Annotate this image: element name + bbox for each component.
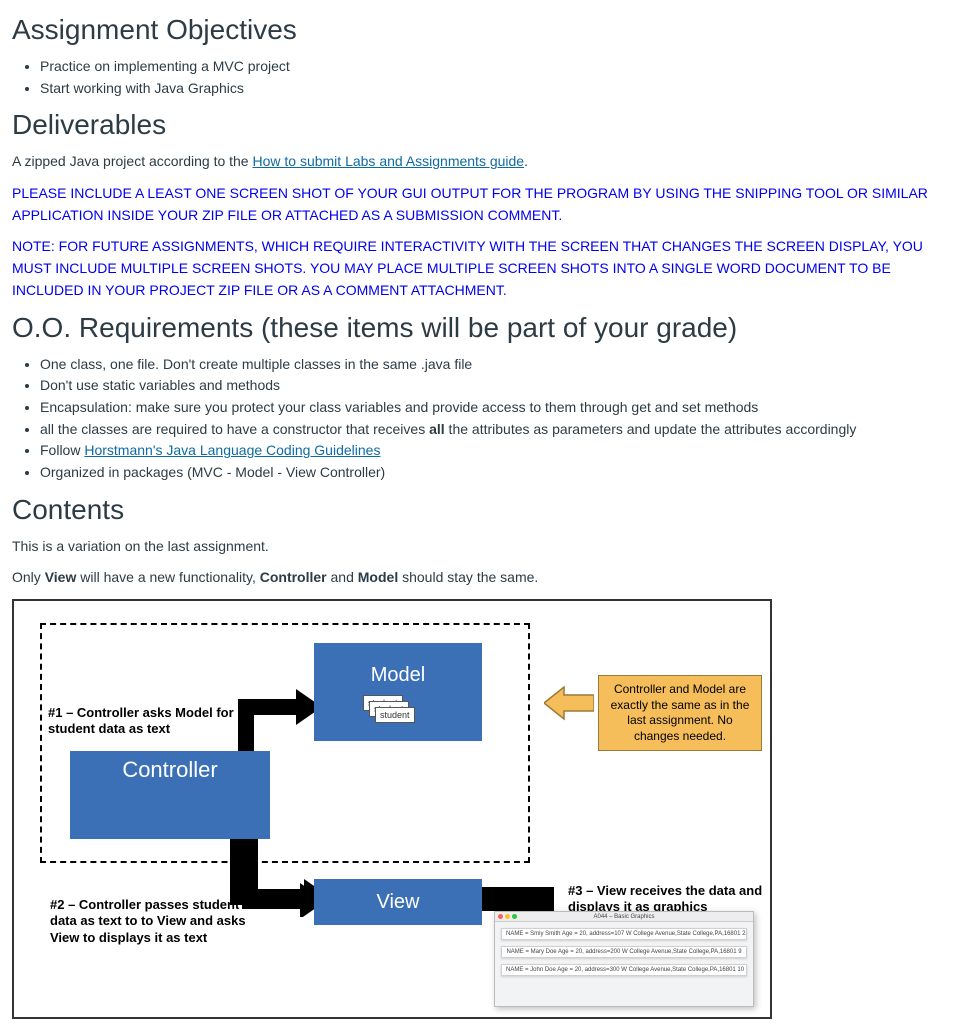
text: the attributes as parameters and update … bbox=[445, 421, 857, 437]
student-cards-icon: student student student bbox=[363, 695, 433, 727]
contents-line-2: Only View will have a new functionality,… bbox=[12, 567, 941, 589]
bold: Controller bbox=[260, 569, 327, 585]
list-item: Encapsulation: make sure you protect you… bbox=[40, 397, 941, 419]
text: and bbox=[327, 569, 358, 585]
heading-deliverables: Deliverables bbox=[12, 109, 941, 141]
text: A zipped Java project according to the bbox=[12, 153, 252, 169]
deliverables-note-1: PLEASE INCLUDE A LEAST ONE SCREEN SHOT O… bbox=[12, 183, 941, 226]
bold: View bbox=[45, 569, 77, 585]
output-window-title: A044 – Basic Graphics bbox=[495, 914, 753, 920]
contents-line-1: This is a variation on the last assignme… bbox=[12, 536, 941, 558]
oo-list: One class, one file. Don't create multip… bbox=[12, 354, 941, 484]
list-item: all the classes are required to have a c… bbox=[40, 419, 941, 441]
list-item: Follow Horstmann's Java Language Coding … bbox=[40, 440, 941, 462]
horstmann-link[interactable]: Horstmann's Java Language Coding Guideli… bbox=[84, 442, 380, 458]
arrow-controller-to-model bbox=[226, 667, 322, 763]
diagram-caption-1: #1 – Controller asks Model for student d… bbox=[48, 705, 238, 738]
diagram-controller-label: Controller bbox=[122, 757, 217, 783]
heading-contents: Contents bbox=[12, 494, 941, 526]
diagram-controller-box: Controller bbox=[70, 751, 270, 839]
output-window-titlebar: A044 – Basic Graphics bbox=[495, 912, 753, 922]
diagram-view-label: View bbox=[377, 891, 420, 914]
heading-objectives: Assignment Objectives bbox=[12, 14, 941, 46]
bold: Model bbox=[358, 569, 398, 585]
bold: all bbox=[429, 421, 445, 437]
list-item: Organized in packages (MVC - Model - Vie… bbox=[40, 462, 941, 484]
list-item: Practice on implementing a MVC project bbox=[40, 56, 941, 78]
deliverables-line: A zipped Java project according to the H… bbox=[12, 151, 941, 173]
objectives-list: Practice on implementing a MVC project S… bbox=[12, 56, 941, 99]
text: should stay the same. bbox=[398, 569, 538, 585]
diagram-note: Controller and Model are exactly the sam… bbox=[598, 675, 762, 751]
output-row: NAME = John Doe Age = 20, address=300 W … bbox=[501, 964, 747, 976]
diagram-model-box: Model student student student bbox=[314, 643, 482, 741]
output-row: NAME = Smiy Smith Age = 20, address=107 … bbox=[501, 928, 747, 940]
text: Only bbox=[12, 569, 45, 585]
text: will have a new functionality, bbox=[76, 569, 259, 585]
list-item: Don't use static variables and methods bbox=[40, 375, 941, 397]
submit-guide-link[interactable]: How to submit Labs and Assignments guide bbox=[252, 153, 524, 169]
deliverables-note-2: NOTE: FOR FUTURE ASSIGNMENTS, WHICH REQU… bbox=[12, 236, 941, 301]
diagram-caption-2: #2 – Controller passes student data as t… bbox=[50, 897, 250, 946]
list-item: One class, one file. Don't create multip… bbox=[40, 354, 941, 376]
text: . bbox=[524, 153, 528, 169]
heading-oo: O.O. Requirements (these items will be p… bbox=[12, 312, 941, 344]
diagram-model-label: Model bbox=[371, 664, 425, 687]
output-window: A044 – Basic Graphics NAME = Smiy Smith … bbox=[494, 911, 754, 1007]
text: Follow bbox=[40, 442, 84, 458]
student-card: student bbox=[375, 707, 415, 723]
output-row: NAME = Mary Doe Age = 20, address=200 W … bbox=[501, 946, 747, 958]
mvc-diagram: Model student student student Controller… bbox=[12, 599, 772, 1019]
list-item: Start working with Java Graphics bbox=[40, 78, 941, 100]
diagram-view-box: View bbox=[314, 879, 482, 925]
arrow-note-left bbox=[544, 685, 594, 721]
text: all the classes are required to have a c… bbox=[40, 421, 429, 437]
